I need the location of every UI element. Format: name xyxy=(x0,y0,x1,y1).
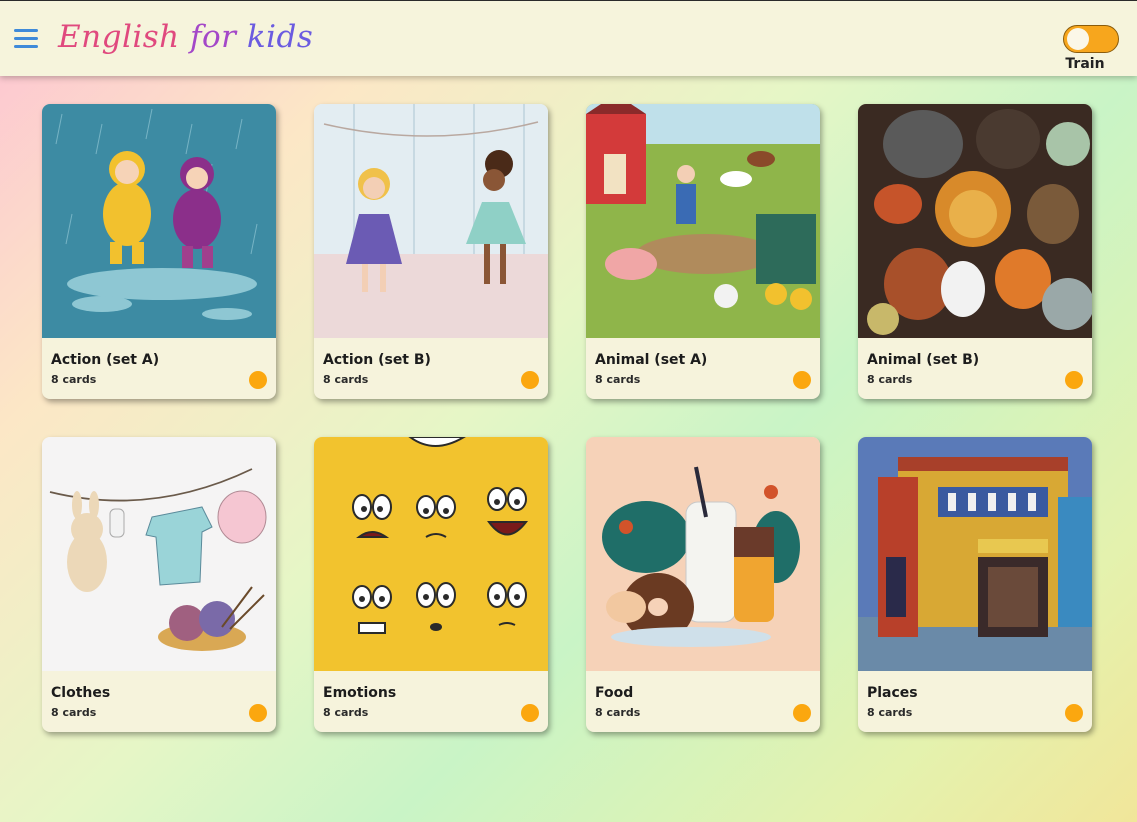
category-card-places[interactable]: Places 8 cards xyxy=(858,437,1092,732)
card-title: Places xyxy=(867,685,918,701)
category-card-action-set-a[interactable]: Action (set A) 8 cards xyxy=(42,104,276,399)
train-toggle-label: Train xyxy=(1065,56,1105,72)
status-dot-icon xyxy=(793,371,811,389)
card-count: 8 cards xyxy=(595,706,641,719)
category-card-animal-set-b[interactable]: Animal (set B) 8 cards xyxy=(858,104,1092,399)
wild-animals-collage-illustration xyxy=(858,104,1092,338)
baby-clothes-on-line-illustration xyxy=(42,437,276,671)
colorful-house-painting-illustration xyxy=(858,437,1092,671)
hamburger-menu-icon[interactable] xyxy=(14,29,38,49)
card-count: 8 cards xyxy=(595,373,641,386)
category-card-action-set-b[interactable]: Action (set B) 8 cards xyxy=(314,104,548,399)
app-title[interactable]: English for kids xyxy=(58,17,313,57)
category-card-clothes[interactable]: Clothes 8 cards xyxy=(42,437,276,732)
title-word-kids: kids xyxy=(246,19,314,55)
donuts-and-drinks-illustration xyxy=(586,437,820,671)
girls-dancing-illustration xyxy=(314,104,548,338)
card-title: Animal (set A) xyxy=(595,352,708,368)
farm-animals-illustration xyxy=(586,104,820,338)
card-count: 8 cards xyxy=(51,373,97,386)
category-card-food[interactable]: Food 8 cards xyxy=(586,437,820,732)
card-title: Action (set B) xyxy=(323,352,431,368)
status-dot-icon xyxy=(1065,704,1083,722)
status-dot-icon xyxy=(521,371,539,389)
title-word-english: English xyxy=(58,19,180,55)
status-dot-icon xyxy=(249,371,267,389)
card-title: Emotions xyxy=(323,685,397,701)
card-count: 8 cards xyxy=(323,706,369,719)
card-title: Clothes xyxy=(51,685,111,701)
card-count: 8 cards xyxy=(867,373,913,386)
card-count: 8 cards xyxy=(867,706,913,719)
cartoon-faces-pattern-illustration xyxy=(314,437,548,671)
train-mode-toggle[interactable] xyxy=(1063,25,1119,53)
status-dot-icon xyxy=(1065,371,1083,389)
status-dot-icon xyxy=(793,704,811,722)
card-title: Action (set A) xyxy=(51,352,160,368)
card-count: 8 cards xyxy=(323,373,369,386)
kids-playing-in-rain-illustration xyxy=(42,104,276,338)
card-title: Animal (set B) xyxy=(867,352,980,368)
toggle-knob xyxy=(1067,28,1089,50)
category-card-emotions[interactable]: Emotions 8 cards xyxy=(314,437,548,732)
title-word-for: for xyxy=(190,19,237,55)
app-header: English for kids Train xyxy=(0,0,1137,76)
status-dot-icon xyxy=(521,704,539,722)
card-title: Food xyxy=(595,685,634,701)
card-count: 8 cards xyxy=(51,706,97,719)
category-card-animal-set-a[interactable]: Animal (set A) 8 cards xyxy=(586,104,820,399)
status-dot-icon xyxy=(249,704,267,722)
